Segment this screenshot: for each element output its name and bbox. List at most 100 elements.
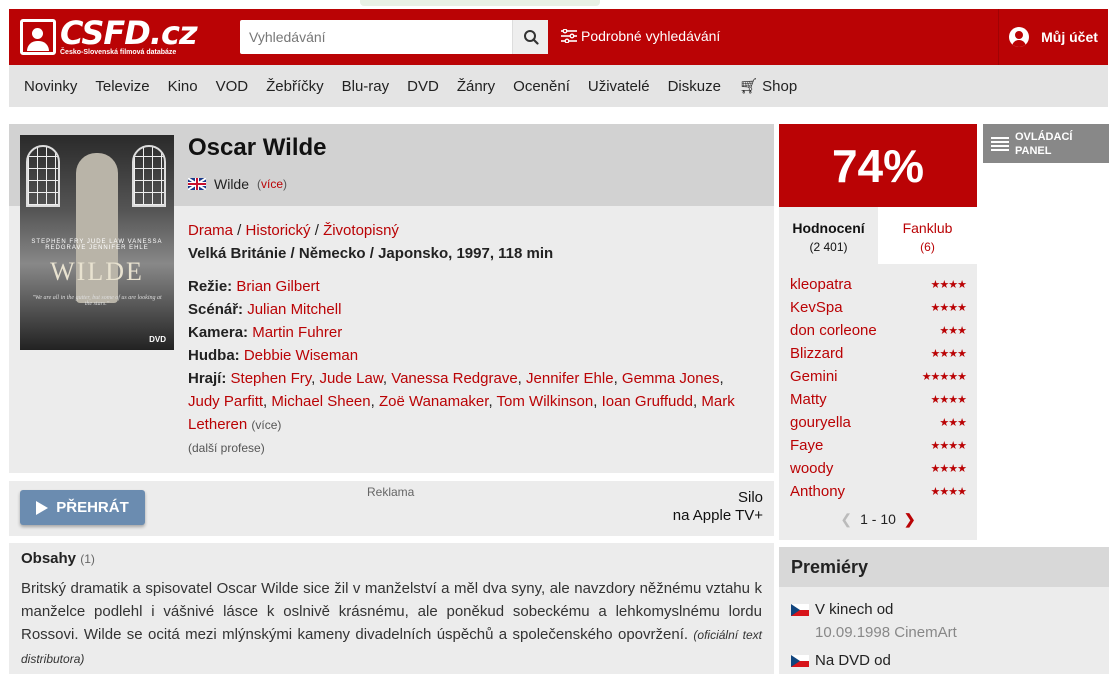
premieres-box: Premiéry V kinech od 10.09.1998 CinemArt…: [779, 547, 1109, 674]
rating-user-link[interactable]: Matty: [790, 391, 827, 408]
camera-link[interactable]: Martin Fuhrer: [252, 324, 342, 341]
rating-tabs: Hodnocení (2 401) Fanklub (6): [779, 207, 977, 264]
rating-user-link[interactable]: Faye: [790, 437, 823, 454]
cast-link[interactable]: Judy Parfitt: [188, 393, 263, 410]
director-link[interactable]: Brian Gilbert: [236, 278, 319, 295]
rating-user-link[interactable]: Blizzard: [790, 345, 843, 362]
rating-user-link[interactable]: kleopatra: [790, 276, 852, 293]
genre-link-drama[interactable]: Drama: [188, 222, 233, 239]
cast-link[interactable]: Tom Wilkinson: [497, 393, 594, 410]
camera-label: Kamera:: [188, 324, 249, 341]
poster-cast-text: STEPHEN FRY JUDE LAW VANESSA REDGRAVE JE…: [31, 239, 163, 251]
premiere-dvd-label: Na DVD od: [815, 652, 891, 669]
cast-link[interactable]: Vanessa Redgrave: [391, 370, 517, 387]
premiere-cinema-date: 10.09.1998 CinemArt: [815, 624, 957, 641]
premiere-cinema-label: V kinech od: [815, 601, 894, 618]
music-link[interactable]: Debbie Wiseman: [244, 347, 358, 364]
nav-item-vod[interactable]: VOD: [216, 78, 249, 95]
pager-next-icon[interactable]: ❯: [904, 511, 916, 527]
film-origin: Velká Británie / Německo / Japonsko, 199…: [188, 245, 554, 262]
account-button[interactable]: Můj účet: [998, 9, 1108, 65]
rating-row: don corleone ★★★: [790, 319, 967, 342]
rating-user-link[interactable]: Gemini: [790, 368, 838, 385]
control-panel-button[interactable]: OVLÁDACÍ PANEL: [983, 124, 1109, 163]
cast-link[interactable]: Jennifer Ehle: [526, 370, 614, 387]
cast-link[interactable]: Michael Sheen: [271, 393, 370, 410]
poster-quote-text: "We are all in the gutter, but some of u…: [32, 295, 162, 307]
tab-fanclub[interactable]: Fanklub (6): [878, 207, 977, 264]
uk-flag-icon: [188, 178, 206, 190]
film-poster[interactable]: STEPHEN FRY JUDE LAW VANESSA REDGRAVE JE…: [20, 135, 174, 350]
nav-item-shop[interactable]: 🛒︎ Shop: [739, 77, 797, 95]
nav-item-kino[interactable]: Kino: [168, 78, 198, 95]
user-avatar-icon: [1009, 27, 1030, 47]
original-title-more-link[interactable]: (více): [257, 177, 287, 191]
premieres-heading: Premiéry: [779, 547, 1109, 587]
rating-user-link[interactable]: woody: [790, 460, 833, 477]
nav-item-bluray[interactable]: Blu-ray: [342, 78, 390, 95]
more-link-text: více: [261, 177, 284, 191]
plot-section: Obsahy (1) Britský dramatik a spisovatel…: [9, 543, 774, 674]
cast-link[interactable]: Ioan Gruffudd: [602, 393, 693, 410]
rating-percent: 74%: [779, 124, 977, 207]
rating-stars: ★★★: [939, 417, 967, 429]
nav-item-zanry[interactable]: Žánry: [457, 78, 495, 95]
sliders-icon: [561, 29, 577, 43]
logo-text: CSFD.cz: [60, 13, 198, 52]
genre-list: Drama / Historický / Životopisný: [188, 222, 399, 239]
nav-item-oceneni[interactable]: Ocenění: [513, 78, 570, 95]
plot-count: (1): [80, 552, 95, 566]
play-button-label: PŘEHRÁT: [56, 499, 129, 516]
rating-user-link[interactable]: KevSpa: [790, 299, 843, 316]
rating-stars: ★★★★: [930, 279, 967, 291]
user-ratings-list: kleopatra ★★★★ KevSpa ★★★★ don corleone ★★★…: [779, 264, 977, 540]
more-professions-link[interactable]: (další profese): [188, 441, 265, 455]
rating-user-link[interactable]: Anthony: [790, 483, 845, 500]
original-title-text: Wilde: [214, 176, 250, 192]
search-input[interactable]: [240, 20, 512, 54]
nav-item-diskuze[interactable]: Diskuze: [668, 78, 721, 95]
cast-link[interactable]: Jude Law: [319, 370, 382, 387]
pager-prev-icon[interactable]: ❮: [840, 511, 852, 527]
vod-provider-service: na Apple TV+: [672, 507, 763, 524]
play-row: PŘEHRÁT Reklama Silo na Apple TV+: [9, 481, 774, 536]
search-icon: [523, 30, 539, 45]
tab-fanclub-label: Fanklub: [902, 220, 953, 236]
rating-row: KevSpa ★★★★: [790, 296, 967, 319]
poster-title-text: WILDE: [50, 257, 144, 286]
rating-row: Anthony ★★★★: [790, 480, 967, 503]
cast-link[interactable]: Stephen Fry: [231, 370, 312, 387]
cast-more-link[interactable]: (více): [251, 418, 281, 432]
writer-link[interactable]: Julian Mitchell: [247, 301, 341, 318]
premiere-cinema-row: V kinech od: [791, 601, 893, 618]
rating-stars: ★★★★: [930, 440, 967, 452]
logo-film-icon: [20, 19, 56, 55]
advanced-search-link[interactable]: Podrobné vyhledávání: [561, 28, 720, 44]
search-box: [240, 20, 548, 54]
cart-icon: 🛒︎: [738, 78, 758, 95]
site-logo[interactable]: CSFD.cz Česko-Slovenská filmová databáze: [20, 16, 200, 58]
rating-user-link[interactable]: don corleone: [790, 322, 877, 339]
film-creators: Režie: Brian Gilbert Scénář: Julian Mitc…: [188, 278, 735, 433]
search-button[interactable]: [512, 20, 548, 54]
genre-link-zivotopisny[interactable]: Životopisný: [323, 222, 399, 239]
rating-row: Faye ★★★★: [790, 434, 967, 457]
hamburger-icon: [991, 136, 1009, 151]
rating-stars: ★★★: [939, 325, 967, 337]
film-title: Oscar Wilde: [188, 134, 327, 161]
nav-item-dvd[interactable]: DVD: [407, 78, 439, 95]
ad-label: Reklama: [367, 485, 415, 499]
nav-item-novinky[interactable]: Novinky: [24, 78, 77, 95]
cast-link[interactable]: Zoë Wanamaker: [379, 393, 489, 410]
rating-stars: ★★★★: [930, 463, 967, 475]
nav-item-televize[interactable]: Televize: [95, 78, 149, 95]
tab-ratings[interactable]: Hodnocení (2 401): [779, 207, 878, 264]
genre-link-historicky[interactable]: Historický: [246, 222, 311, 239]
film-detail: STEPHEN FRY JUDE LAW VANESSA REDGRAVE JE…: [9, 124, 774, 473]
play-button[interactable]: PŘEHRÁT: [20, 490, 145, 525]
cast-link[interactable]: Gemma Jones: [622, 370, 720, 387]
nav-item-zebricky[interactable]: Žebříčky: [266, 78, 324, 95]
rating-user-link[interactable]: gouryella: [790, 414, 851, 431]
vod-provider[interactable]: Silo na Apple TV+: [673, 489, 763, 525]
nav-item-uzivatele[interactable]: Uživatelé: [588, 78, 650, 95]
